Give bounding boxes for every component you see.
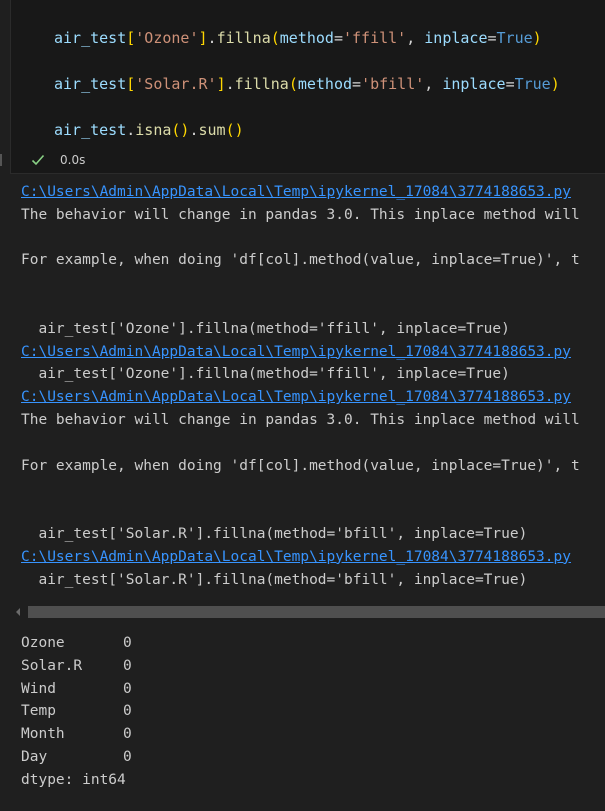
output-text-line: air_test['Solar.R'].fillna(method='bfill… — [21, 571, 528, 588]
series-index-label: Wind — [21, 680, 56, 697]
code-token-dot: . — [126, 121, 136, 139]
series-dtype: dtype: int64 — [21, 771, 126, 788]
series-index-label: Day — [21, 748, 48, 765]
output-text-line: The behavior will change in pandas 3.0. … — [21, 206, 580, 223]
series-row: Day 0 — [21, 746, 132, 769]
code-token-bracket: ] — [198, 29, 208, 47]
code-token-comma: , — [424, 75, 443, 93]
output-text-line: air_test['Solar.R'].fillna(method='bfill… — [21, 526, 528, 542]
code-cell[interactable]: air_test['Ozone'].fillna(method='ffill',… — [10, 0, 605, 174]
code-token-comma: , — [406, 29, 425, 47]
code-token-variable: air_test — [54, 29, 127, 47]
traceback-file-link[interactable]: C:\Users\Admin\AppData\Local\Temp\ipyker… — [21, 182, 571, 202]
code-token-string: 'bfill' — [361, 75, 425, 93]
code-token-operator: = — [487, 29, 497, 47]
code-token-dot: . — [189, 121, 199, 139]
code-token-boolean: True — [514, 75, 551, 93]
execution-gutter-marker — [0, 154, 2, 166]
series-row: Wind 0 — [21, 678, 132, 701]
code-token-string: 'ffill' — [343, 29, 407, 47]
series-value: 0 — [123, 726, 132, 743]
check-icon — [31, 154, 45, 166]
code-token-string: 'Ozone' — [135, 29, 199, 47]
traceback-file-link[interactable]: C:\Users\Admin\AppData\Local\Temp\ipyker… — [21, 342, 571, 362]
traceback-file-link[interactable]: C:\Users\Admin\AppData\Local\Temp\ipyker… — [21, 387, 571, 407]
code-line-3[interactable]: air_test.isna().sum() — [54, 120, 244, 140]
code-token-dot: . — [225, 75, 235, 93]
scrollbar-thumb[interactable] — [28, 606, 605, 618]
code-token-string: 'Solar.R' — [135, 75, 217, 93]
code-token-paren: () — [171, 121, 190, 139]
series-index-label: Ozone — [21, 635, 65, 651]
code-token-variable: air_test — [54, 75, 127, 93]
code-token-operator: = — [505, 75, 515, 93]
series-output: Ozone 0 Solar.R 0 Wind 0 Temp 0 Month 0 Day 0 dtype:… — [21, 632, 132, 792]
scroll-left-arrow-icon[interactable] — [16, 608, 20, 616]
code-token-paren: ) — [550, 75, 560, 93]
series-row: Temp 0 — [21, 700, 132, 723]
output-text-line: air_test['Ozone'].fillna(method='ffill',… — [21, 366, 510, 383]
code-token-keyword-arg: inplace — [442, 75, 506, 93]
execution-status: 0.0s — [30, 150, 85, 170]
code-token-function: fillna — [234, 75, 289, 93]
execution-time: 0.0s — [60, 153, 86, 167]
code-token-paren: () — [225, 121, 244, 139]
traceback-file-link[interactable]: C:\Users\Admin\AppData\Local\Temp\ipyker… — [21, 547, 571, 567]
series-row: Month 0 — [21, 723, 132, 746]
series-index-label: Solar.R — [21, 657, 83, 674]
series-value: 0 — [123, 657, 132, 674]
series-value: 0 — [123, 703, 132, 720]
series-row: Ozone 0 — [21, 632, 132, 655]
code-token-bracket: [ — [126, 29, 136, 47]
code-token-keyword-arg: method — [279, 29, 334, 47]
code-token-function: isna — [135, 121, 172, 139]
series-value: 0 — [123, 748, 132, 765]
code-token-paren: ( — [270, 29, 280, 47]
code-token-function: sum — [198, 121, 226, 139]
series-value: 0 — [123, 680, 132, 697]
code-token-bracket: ] — [216, 75, 226, 93]
horizontal-scrollbar[interactable] — [0, 605, 605, 619]
code-token-keyword-arg: inplace — [424, 29, 488, 47]
code-token-paren: ) — [532, 29, 542, 47]
code-line-1[interactable]: air_test['Ozone'].fillna(method='ffill',… — [54, 28, 542, 48]
series-index-label: Month — [21, 726, 65, 743]
series-row: Solar.R 0 — [21, 655, 132, 678]
output-text-line: For example, when doing 'df[col].method(… — [21, 252, 580, 269]
output-text-line: The behavior will change in pandas 3.0. … — [21, 412, 580, 428]
code-line-2[interactable]: air_test['Solar.R'].fillna(method='bfill… — [54, 74, 560, 94]
code-token-bracket: [ — [126, 75, 136, 93]
series-index-label: Temp — [21, 703, 56, 720]
code-token-operator: = — [333, 29, 343, 47]
output-text-line: For example, when doing 'df[col].method(… — [21, 457, 580, 474]
code-token-paren: ( — [288, 75, 298, 93]
code-token-function: fillna — [216, 29, 271, 47]
code-token-dot: . — [207, 29, 217, 47]
series-value: 0 — [123, 635, 132, 651]
output-text-line: air_test['Ozone'].fillna(method='ffill',… — [21, 320, 510, 337]
code-token-keyword-arg: method — [297, 75, 353, 93]
code-token-variable: air_test — [54, 121, 127, 139]
code-token-boolean: True — [496, 29, 533, 47]
code-token-operator: = — [352, 75, 362, 93]
